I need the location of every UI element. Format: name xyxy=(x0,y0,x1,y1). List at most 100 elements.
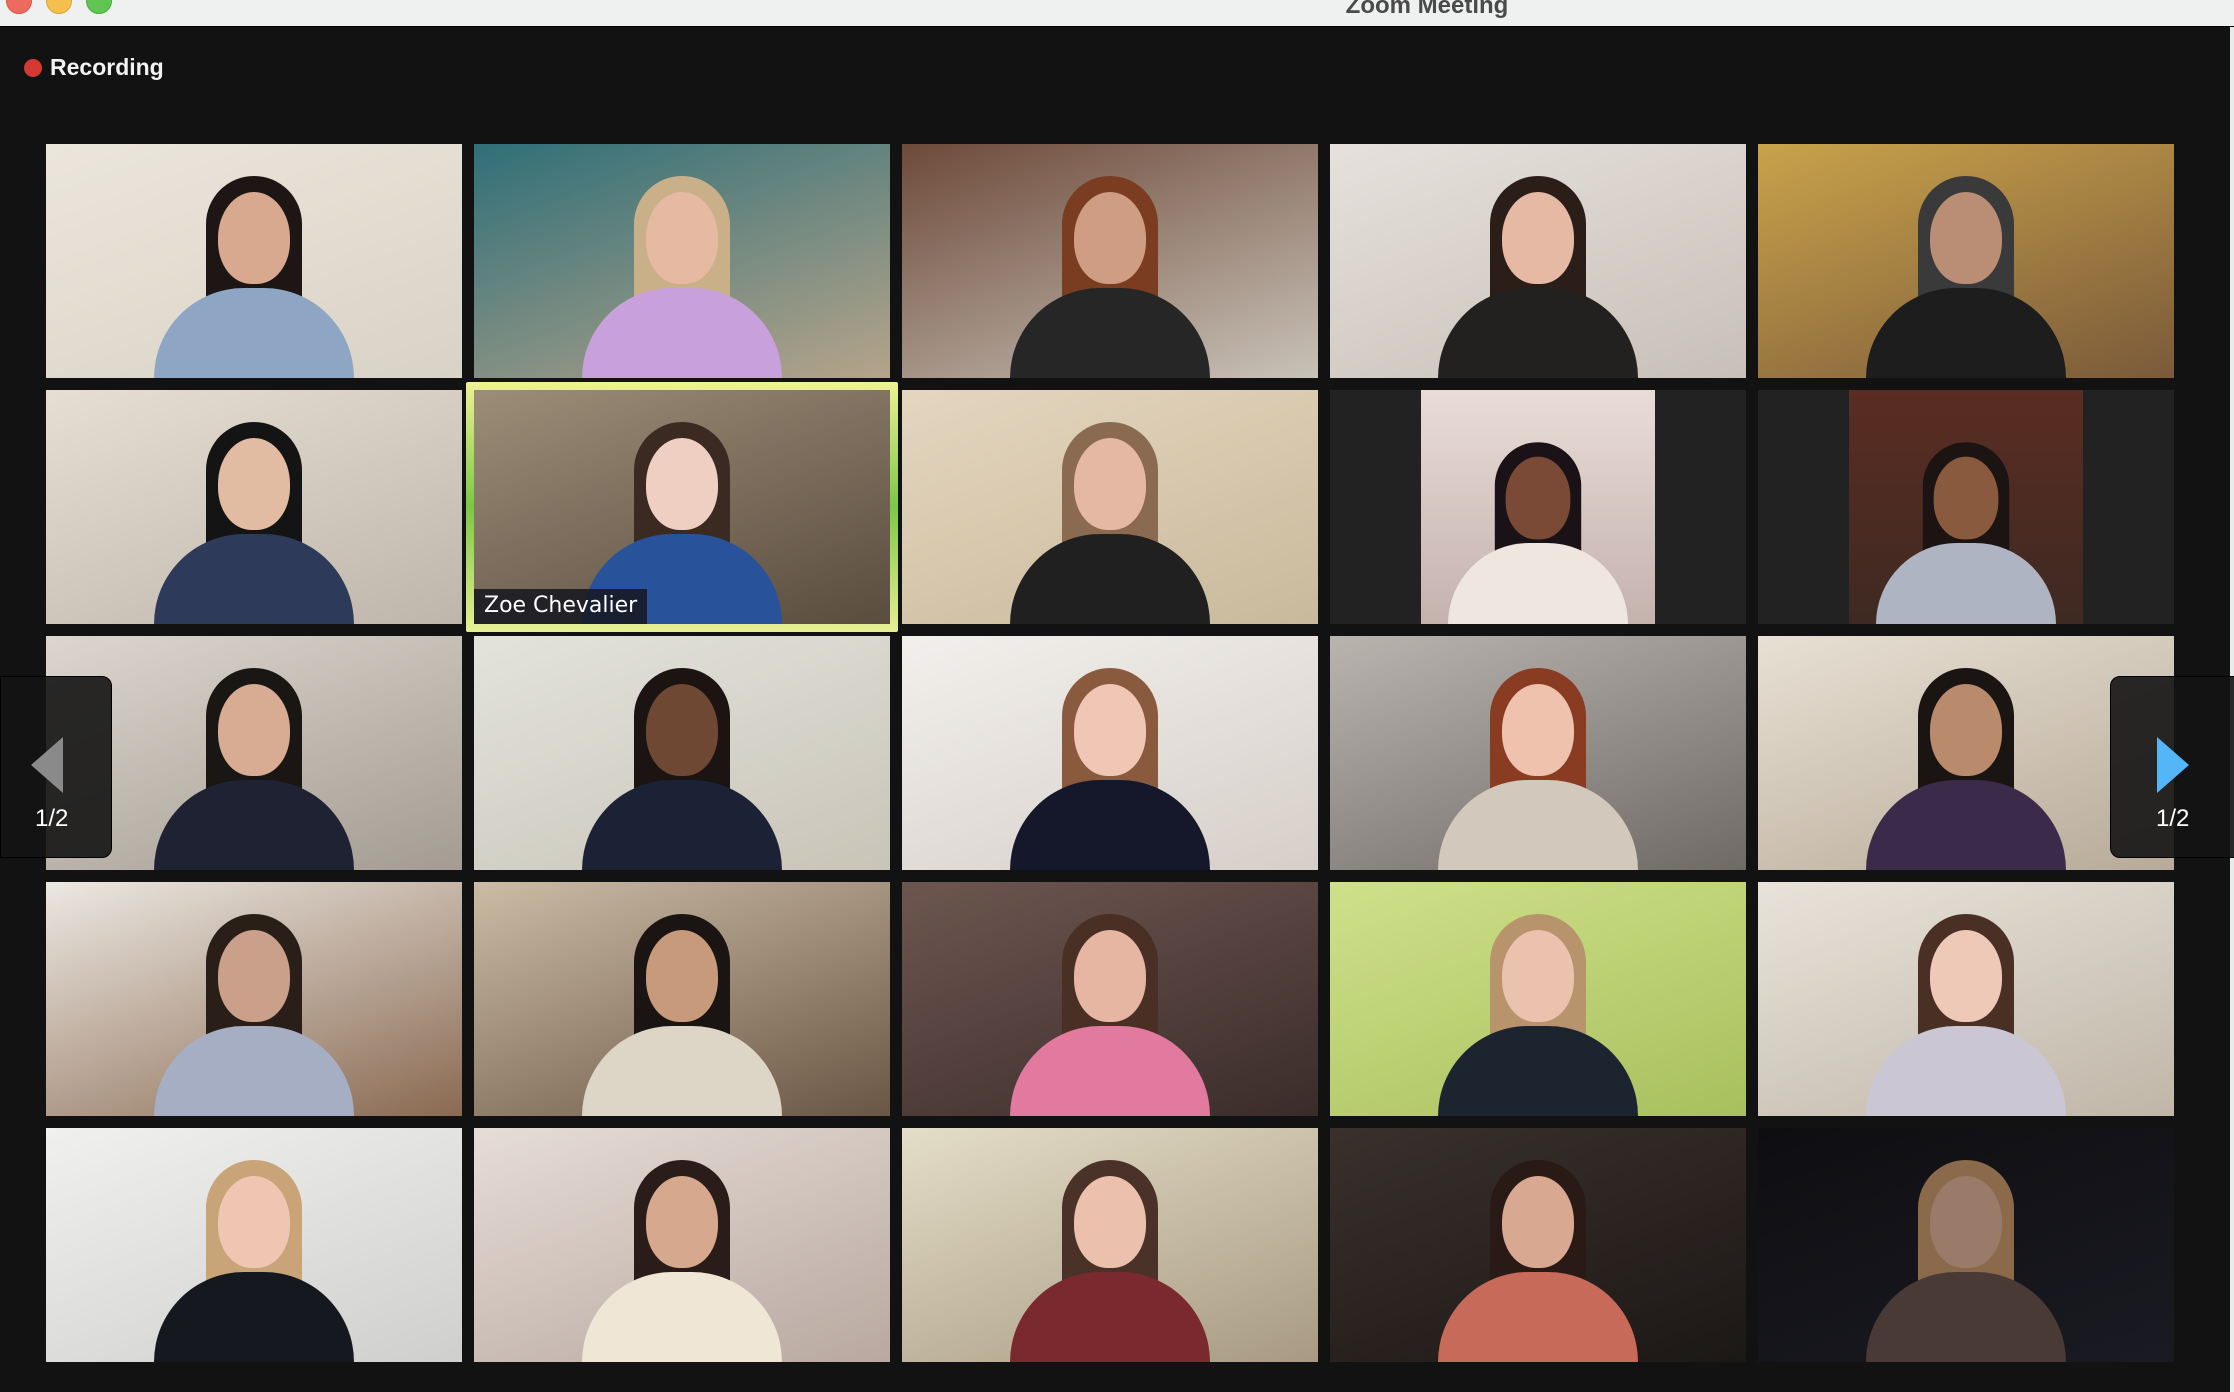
participant-silhouette xyxy=(1438,660,1638,870)
torso-shape xyxy=(1438,780,1638,870)
torso-shape xyxy=(1866,288,2066,378)
participant-video-tile[interactable] xyxy=(902,144,1318,378)
participant-silhouette xyxy=(1438,1152,1638,1362)
face-shape xyxy=(218,930,290,1022)
participant-video-tile[interactable] xyxy=(1758,1128,2174,1362)
face-shape xyxy=(1074,192,1146,284)
torso-shape xyxy=(1448,543,1628,624)
participant-video-tile[interactable] xyxy=(46,390,462,624)
torso-shape xyxy=(1876,543,2056,624)
participant-video-tile[interactable] xyxy=(46,882,462,1116)
torso-shape xyxy=(154,780,354,870)
torso-shape xyxy=(154,288,354,378)
face-shape xyxy=(646,192,718,284)
participant-silhouette xyxy=(1866,660,2066,870)
torso-shape xyxy=(1866,1272,2066,1362)
participant-silhouette xyxy=(154,906,354,1116)
torso-shape xyxy=(1010,780,1210,870)
participant-silhouette xyxy=(154,660,354,870)
face-shape xyxy=(218,192,290,284)
face-shape xyxy=(646,684,718,776)
triangle-right-icon xyxy=(2157,737,2189,793)
face-shape xyxy=(1930,1176,2002,1268)
face-shape xyxy=(1930,930,2002,1022)
participant-silhouette xyxy=(1010,414,1210,624)
torso-shape xyxy=(582,1272,782,1362)
face-shape xyxy=(218,684,290,776)
face-shape xyxy=(646,930,718,1022)
face-shape xyxy=(1505,456,1571,540)
participant-video-tile[interactable] xyxy=(46,144,462,378)
face-shape xyxy=(1074,930,1146,1022)
participant-silhouette xyxy=(1010,906,1210,1116)
torso-shape xyxy=(1866,1026,2066,1116)
torso-shape xyxy=(154,534,354,624)
participant-silhouette xyxy=(582,906,782,1116)
page-indicator: 1/2 xyxy=(2156,805,2190,832)
participant-silhouette xyxy=(1866,906,2066,1116)
participant-video-tile[interactable] xyxy=(1330,636,1746,870)
face-shape xyxy=(1502,684,1574,776)
participant-video-tile[interactable] xyxy=(902,882,1318,1116)
participant-silhouette xyxy=(1010,1152,1210,1362)
participant-silhouette xyxy=(1438,906,1638,1116)
face-shape xyxy=(218,1176,290,1268)
participant-video-tile[interactable] xyxy=(1330,882,1746,1116)
window-title: Zoom Meeting xyxy=(1345,0,1509,19)
face-shape xyxy=(646,1176,718,1268)
recording-indicator[interactable]: Recording xyxy=(24,54,164,81)
next-page-button[interactable]: 1/2 xyxy=(2110,676,2234,858)
face-shape xyxy=(218,438,290,530)
active-speaker-video-tile[interactable]: Zoe Chevalier xyxy=(474,390,890,624)
participant-video-tile[interactable] xyxy=(1758,882,2174,1116)
page-indicator: 1/2 xyxy=(35,805,69,832)
profile-photo xyxy=(1849,390,2083,624)
face-shape xyxy=(646,438,718,530)
torso-shape xyxy=(1438,1272,1638,1362)
torso-shape xyxy=(1010,1026,1210,1116)
participant-silhouette xyxy=(582,168,782,378)
recording-label: Recording xyxy=(50,54,164,80)
torso-shape xyxy=(1010,534,1210,624)
participant-video-tile[interactable] xyxy=(902,636,1318,870)
participant-video-tile[interactable] xyxy=(46,1128,462,1362)
participant-video-tile[interactable] xyxy=(474,636,890,870)
face-shape xyxy=(1502,930,1574,1022)
participant-video-tile[interactable] xyxy=(902,1128,1318,1362)
participant-silhouette xyxy=(1866,1152,2066,1362)
participant-silhouette xyxy=(1876,435,2056,624)
participant-video-tile[interactable] xyxy=(474,1128,890,1362)
torso-shape xyxy=(1010,1272,1210,1362)
participant-video-tile[interactable] xyxy=(1330,144,1746,378)
participant-video-tile[interactable] xyxy=(1330,390,1746,624)
face-shape xyxy=(1074,1176,1146,1268)
participant-silhouette xyxy=(1438,168,1638,378)
torso-shape xyxy=(582,780,782,870)
torso-shape xyxy=(1010,288,1210,378)
torso-shape xyxy=(1438,288,1638,378)
face-shape xyxy=(1502,1176,1574,1268)
participant-silhouette xyxy=(154,1152,354,1362)
participant-silhouette xyxy=(154,168,354,378)
participant-silhouette xyxy=(582,660,782,870)
previous-page-button[interactable]: 1/2 xyxy=(0,676,112,858)
torso-shape xyxy=(154,1272,354,1362)
participant-video-tile[interactable] xyxy=(1330,1128,1746,1362)
participant-video-tile[interactable] xyxy=(474,882,890,1116)
torso-shape xyxy=(1866,780,2066,870)
recording-dot-icon xyxy=(24,58,42,77)
torso-shape xyxy=(1438,1026,1638,1116)
participant-video-tile[interactable] xyxy=(1758,144,2174,378)
triangle-left-icon xyxy=(31,737,63,793)
participant-video-tile[interactable] xyxy=(474,144,890,378)
participant-video-tile[interactable] xyxy=(1758,390,2174,624)
torso-shape xyxy=(154,1026,354,1116)
face-shape xyxy=(1074,684,1146,776)
face-shape xyxy=(1502,192,1574,284)
face-shape xyxy=(1074,438,1146,530)
window-titlebar: Zoom Meeting xyxy=(0,0,2234,27)
torso-shape xyxy=(582,288,782,378)
participant-silhouette xyxy=(154,414,354,624)
participant-video-tile[interactable] xyxy=(902,390,1318,624)
participant-silhouette xyxy=(1866,168,2066,378)
